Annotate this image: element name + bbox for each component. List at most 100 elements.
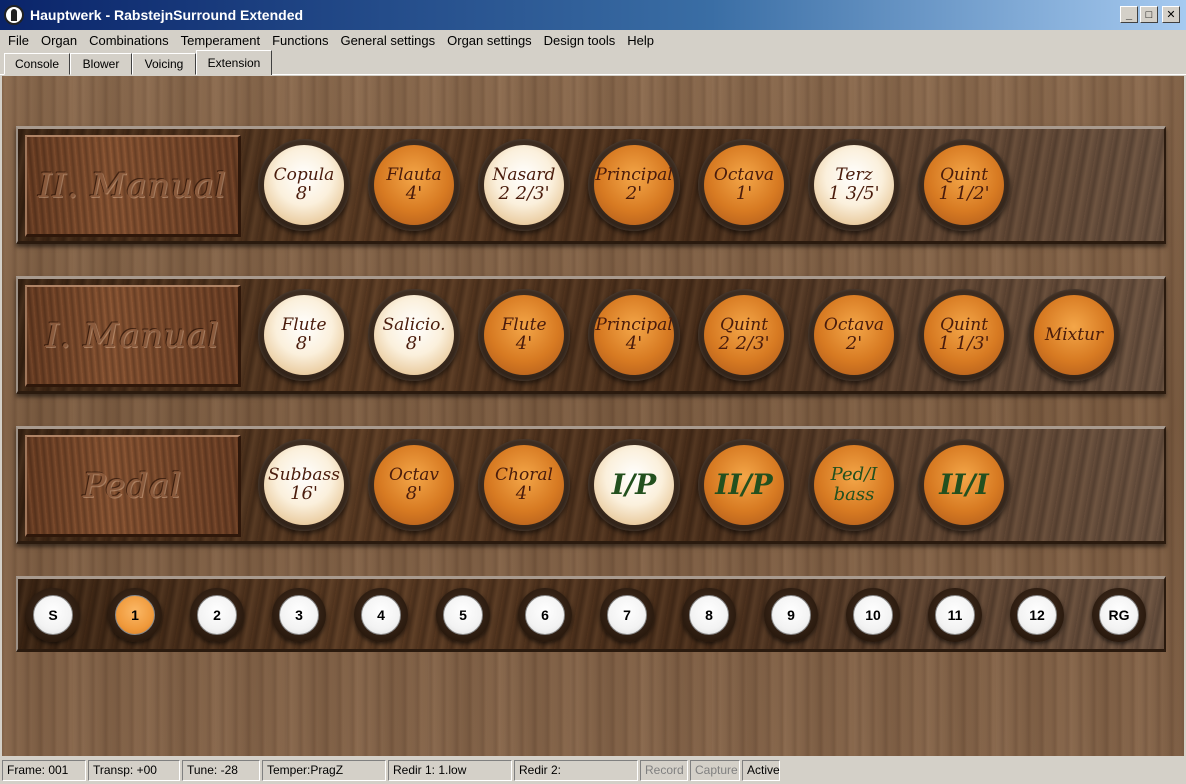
menu-functions[interactable]: Functions — [266, 33, 334, 48]
stop-knob-flute-8[interactable]: Flute 8' — [258, 289, 350, 381]
maximize-button[interactable]: □ — [1140, 6, 1158, 23]
coupler-knob-ped-i-bass[interactable]: Ped/I bass — [808, 439, 900, 531]
stop-knob-principal-4[interactable]: Principal 4' — [588, 289, 680, 381]
stop-knob-flauta-4[interactable]: Flauta 4' — [368, 139, 460, 231]
coupler-knob-i-p[interactable]: I/P — [588, 439, 680, 531]
stop-knob-terz[interactable]: Terz 1 3/5' — [808, 139, 900, 231]
piston-5[interactable]: 5 — [436, 588, 490, 642]
stop-name: Salicio. — [382, 314, 446, 335]
piston-12[interactable]: 12 — [1010, 588, 1064, 642]
stop-knob-flute-4[interactable]: Flute 4' — [478, 289, 570, 381]
division-plaque: II. Manual — [25, 135, 241, 237]
title-bar: Hauptwerk - RabstejnSurround Extended _ … — [0, 0, 1186, 30]
piston-set[interactable]: S — [26, 588, 80, 642]
stop-knob-salicional-8[interactable]: Salicio. 8' — [368, 289, 460, 381]
menu-file[interactable]: File — [2, 33, 35, 48]
coupler-label: I/P — [611, 467, 657, 501]
piston-label: S — [33, 595, 73, 635]
stop-knob-principal-2[interactable]: Principal 2' — [588, 139, 680, 231]
status-active: Active — [742, 759, 780, 781]
piston-register-general[interactable]: RG — [1092, 588, 1146, 642]
piston-11[interactable]: 11 — [928, 588, 982, 642]
stop-name: Flute — [501, 314, 547, 335]
division-panel-i-manual: I. Manual Flute 8' Salicio. 8' Flute 4' Pri… — [16, 276, 1166, 394]
stop-knob-choral-4[interactable]: Choral 4' — [478, 439, 570, 531]
stop-pitch: 2 2/3' — [498, 183, 550, 205]
stop-pitch: 8' — [295, 333, 313, 355]
stop-name: Principal — [595, 314, 673, 335]
division-label: I. Manual — [45, 315, 220, 356]
tab-blower[interactable]: Blower — [70, 53, 132, 75]
piston-label: RG — [1099, 595, 1139, 635]
stop-knob-quint-2-2-3[interactable]: Quint 2 2/3' — [698, 289, 790, 381]
piston-label: 6 — [525, 595, 565, 635]
minimize-button[interactable]: _ — [1120, 6, 1138, 23]
menu-temperament[interactable]: Temperament — [175, 33, 266, 48]
stop-knob-copula-8[interactable]: Copula 8' — [258, 139, 350, 231]
piston-label: 8 — [689, 595, 729, 635]
stop-knob-subbass-16[interactable]: Subbass 16' — [258, 439, 350, 531]
stop-pitch: 2 2/3' — [718, 333, 770, 355]
division-label: II. Manual — [38, 165, 227, 206]
menu-help[interactable]: Help — [621, 33, 660, 48]
piston-6[interactable]: 6 — [518, 588, 572, 642]
stop-name: Octava — [713, 164, 775, 185]
stop-pitch: 1 3/5' — [828, 183, 880, 205]
menu-design-tools[interactable]: Design tools — [538, 33, 622, 48]
stop-name: Quint — [939, 314, 989, 335]
menu-combinations[interactable]: Combinations — [83, 33, 175, 48]
coupler-label-line2: bass — [833, 484, 875, 505]
stop-knob-quint-1-1-3[interactable]: Quint 1 1/3' — [918, 289, 1010, 381]
piston-7[interactable]: 7 — [600, 588, 654, 642]
hauptwerk-app-icon[interactable] — [4, 5, 24, 25]
tab-bar: Console Blower Voicing Extension — [0, 50, 1186, 75]
menu-organ-settings[interactable]: Organ settings — [441, 33, 538, 48]
division-plaque: I. Manual — [25, 285, 241, 387]
stop-knob-octava-1[interactable]: Octava 1' — [698, 139, 790, 231]
coupler-knob-ii-i[interactable]: II/I — [918, 439, 1010, 531]
close-button[interactable]: ✕ — [1162, 6, 1180, 23]
stop-name: Quint — [719, 314, 769, 335]
piston-9[interactable]: 9 — [764, 588, 818, 642]
menu-general-settings[interactable]: General settings — [334, 33, 441, 48]
piston-label: 10 — [853, 595, 893, 635]
piston-label: 12 — [1017, 595, 1057, 635]
division-plaque: Pedal — [25, 435, 241, 537]
piston-2[interactable]: 2 — [190, 588, 244, 642]
stop-knob-octava-2[interactable]: Octava 2' — [808, 289, 900, 381]
status-redir-1: Redir 1: 1.low — [388, 759, 512, 781]
stop-pitch: 4' — [405, 183, 423, 205]
stop-name: Principal — [595, 164, 673, 185]
piston-10[interactable]: 10 — [846, 588, 900, 642]
stop-knob-mixtur[interactable]: Mixtur — [1028, 289, 1120, 381]
piston-label: 7 — [607, 595, 647, 635]
status-record: Record — [640, 759, 688, 781]
coupler-knob-ii-p[interactable]: II/P — [698, 439, 790, 531]
stop-knob-quint-1-1-2[interactable]: Quint 1 1/2' — [918, 139, 1010, 231]
stop-name: Terz — [835, 164, 873, 185]
stop-pitch: 2' — [625, 183, 643, 205]
piston-4[interactable]: 4 — [354, 588, 408, 642]
window-title: Hauptwerk - RabstejnSurround Extended — [30, 7, 304, 23]
stop-pitch: 4' — [515, 483, 533, 505]
stop-knob-octav-8[interactable]: Octav 8' — [368, 439, 460, 531]
stop-pitch: 1' — [735, 183, 753, 205]
piston-3[interactable]: 3 — [272, 588, 326, 642]
stop-knob-nasard[interactable]: Nasard 2 2/3' — [478, 139, 570, 231]
tab-console[interactable]: Console — [4, 53, 70, 75]
tab-extension[interactable]: Extension — [196, 50, 272, 75]
menu-organ[interactable]: Organ — [35, 33, 83, 48]
coupler-label: II/P — [715, 467, 773, 501]
stop-name: Mixtur — [1044, 324, 1104, 345]
piston-1[interactable]: 1 — [108, 588, 162, 642]
stop-name: Copula — [273, 164, 335, 185]
piston-8[interactable]: 8 — [682, 588, 736, 642]
stop-pitch: 8' — [295, 183, 313, 205]
piston-label: 1 — [115, 595, 155, 635]
tab-voicing[interactable]: Voicing — [132, 53, 196, 75]
piston-label: 2 — [197, 595, 237, 635]
status-frame: Frame: 001 — [2, 759, 86, 781]
organ-console: II. Manual Copula 8' Flauta 4' Nasard 2 2/3… — [2, 76, 1184, 756]
stop-pitch: 8' — [405, 483, 423, 505]
status-bar: Frame: 001 Transp: +00 Tune: -28 Temper:… — [0, 758, 1186, 782]
